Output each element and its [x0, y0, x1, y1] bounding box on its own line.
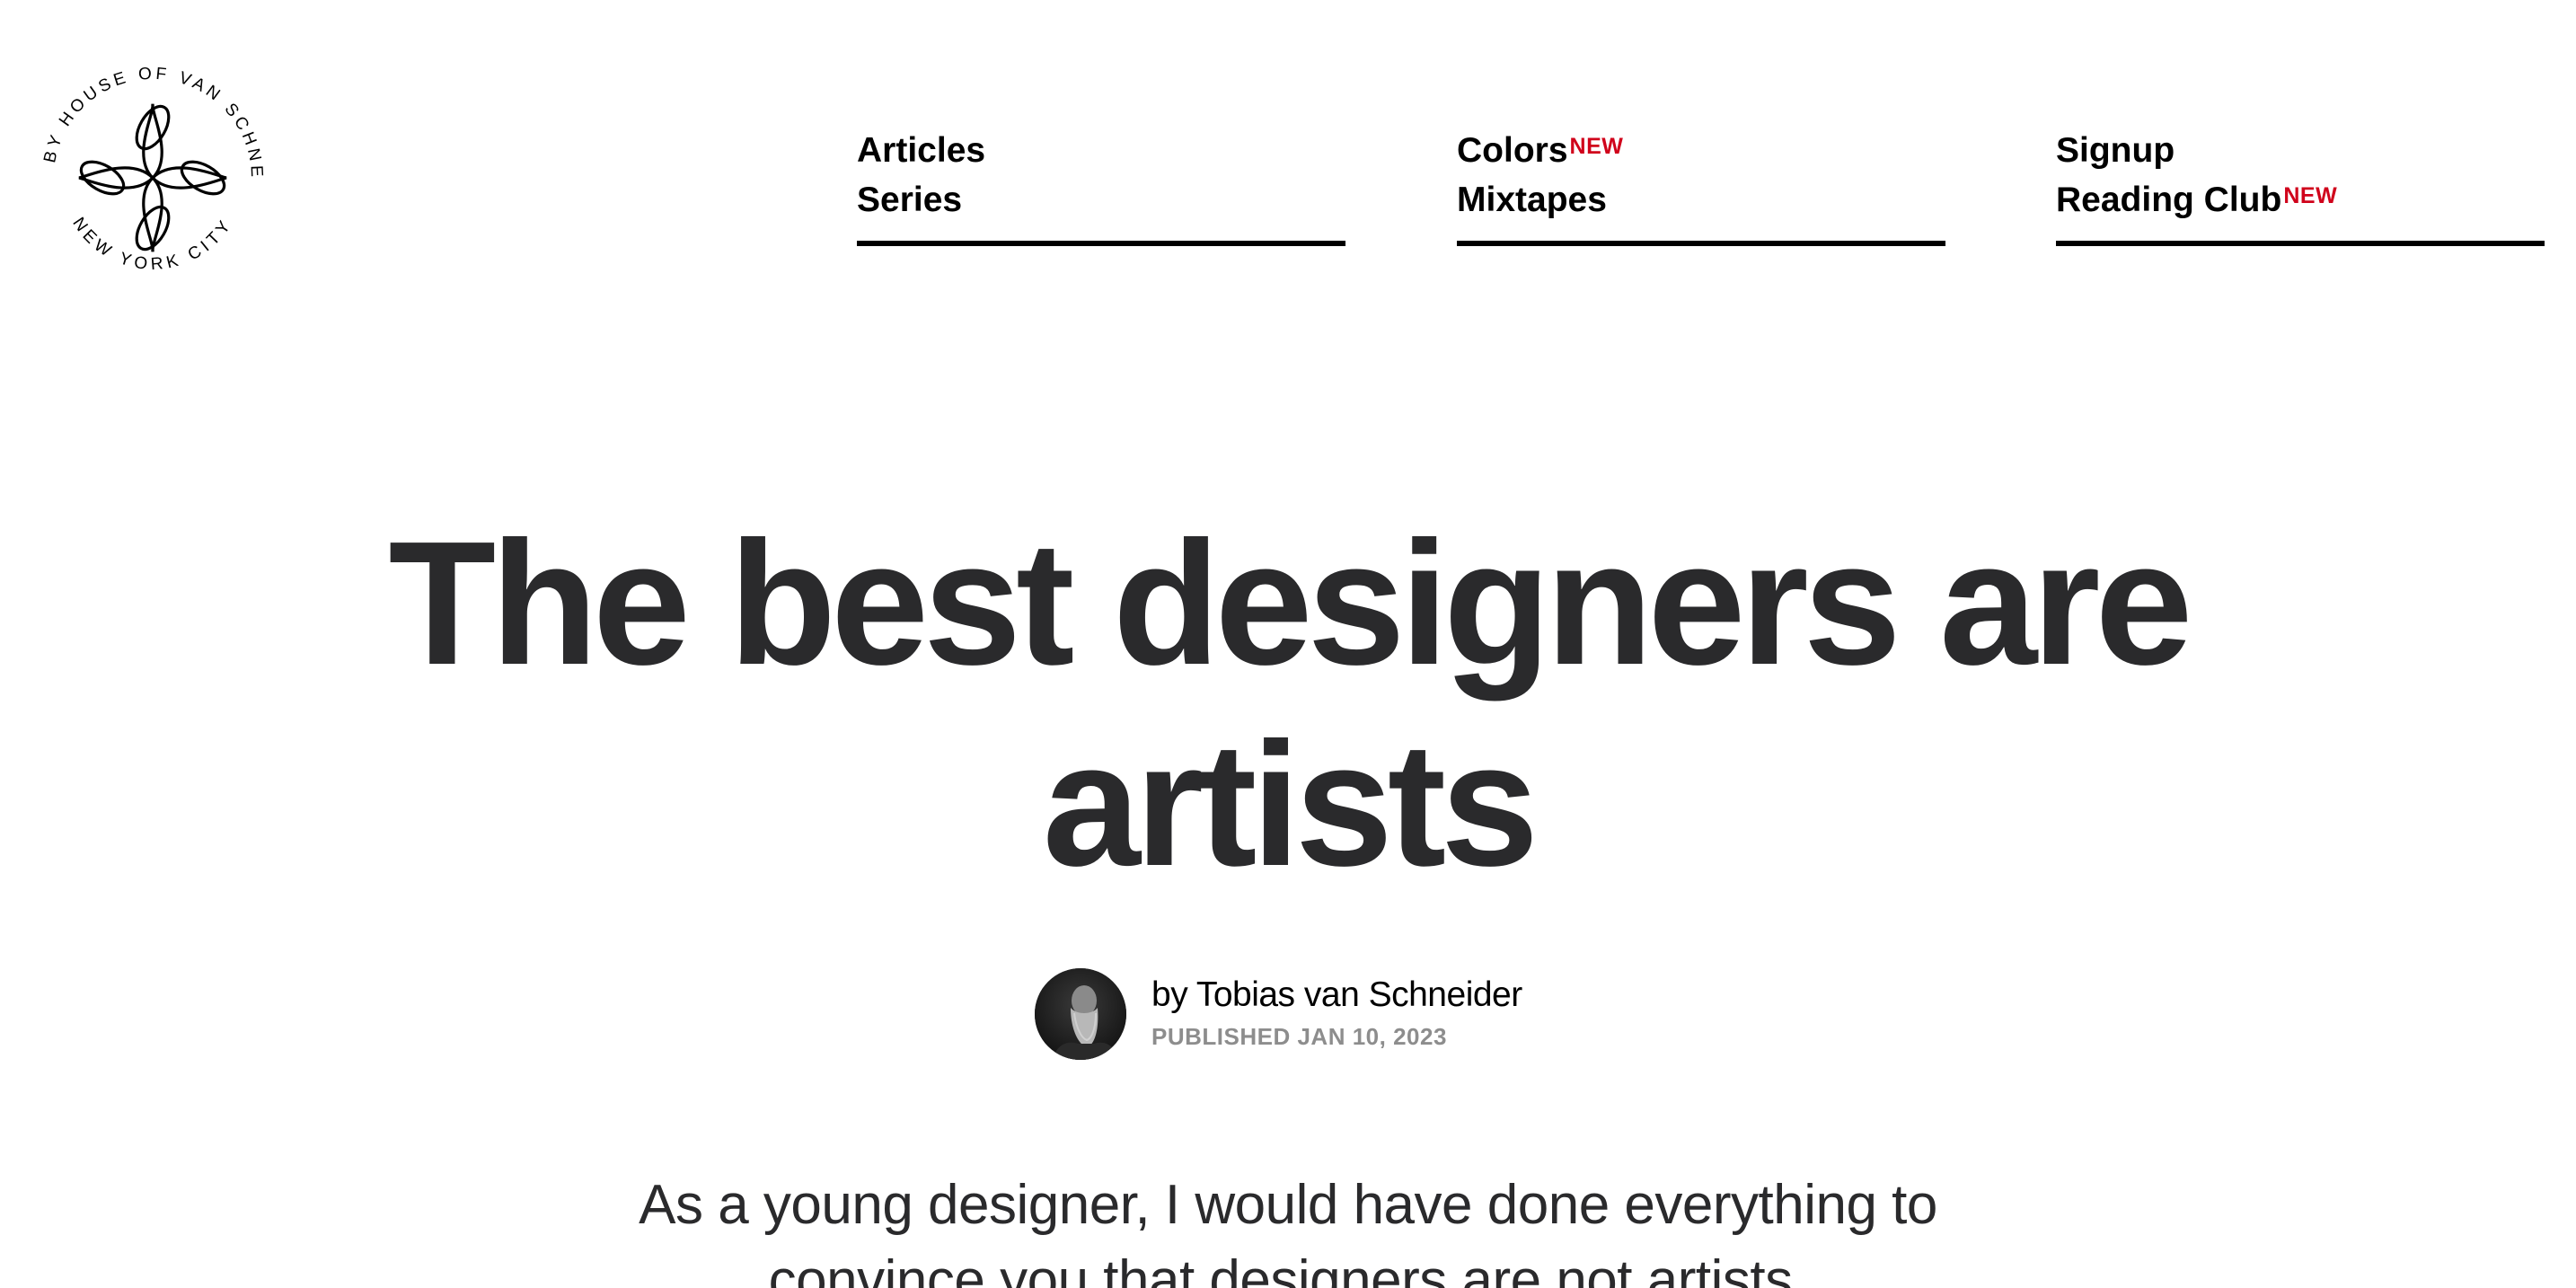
- nav-column-1: Articles Series: [857, 126, 1345, 246]
- author-portrait-icon: [1035, 968, 1126, 1060]
- nav-link-label: Articles: [857, 131, 986, 170]
- article-intro: As a young designer, I would have done e…: [539, 1168, 2037, 1288]
- nav-column-3: Signup Reading ClubNEW: [2056, 126, 2545, 246]
- author-name[interactable]: by Tobias van Schneider: [1151, 974, 1522, 1017]
- nav-link-articles[interactable]: Articles: [857, 126, 1345, 175]
- publish-date: PUBLISHED JAN 10, 2023: [1151, 1023, 1447, 1050]
- nav-link-label: Signup: [2056, 131, 2175, 170]
- nav-link-mixtapes[interactable]: Mixtapes: [1457, 175, 1945, 225]
- article-title-line-2: artists: [1042, 706, 1539, 903]
- new-badge: NEW: [1569, 134, 1624, 159]
- new-badge: NEW: [2283, 183, 2338, 208]
- article-title-line-1: The best designers are: [388, 505, 2192, 701]
- article-title: The best designers are artists: [251, 503, 2325, 905]
- article-intro-line-1: As a young designer, I would have done e…: [639, 1174, 1937, 1236]
- nav-link-label: Colors: [1457, 131, 1568, 170]
- page: MADE BY HOUSE OF VAN SCHNEIDER NEW YORK …: [0, 0, 2576, 1288]
- author-avatar[interactable]: [1035, 968, 1126, 1060]
- nav-column-2: ColorsNEW Mixtapes: [1457, 126, 1945, 246]
- nav-link-label: Series: [857, 181, 963, 219]
- nav-link-colors[interactable]: ColorsNEW: [1457, 126, 1945, 175]
- nav-link-signup[interactable]: Signup: [2056, 126, 2545, 175]
- byline: by Tobias van Schneider PUBLISHED JAN 10…: [1151, 974, 1522, 1053]
- nav-link-reading-club[interactable]: Reading ClubNEW: [2056, 175, 2545, 225]
- nav-link-series[interactable]: Series: [857, 175, 1345, 225]
- quatrefoil-knot-icon: [78, 103, 227, 252]
- nav-link-label: Reading Club: [2056, 181, 2282, 219]
- logo-seal[interactable]: MADE BY HOUSE OF VAN SCHNEIDER NEW YORK …: [20, 45, 286, 311]
- nav-link-label: Mixtapes: [1457, 181, 1607, 219]
- article-intro-line-2: convince you that designers are not arti…: [768, 1249, 1808, 1288]
